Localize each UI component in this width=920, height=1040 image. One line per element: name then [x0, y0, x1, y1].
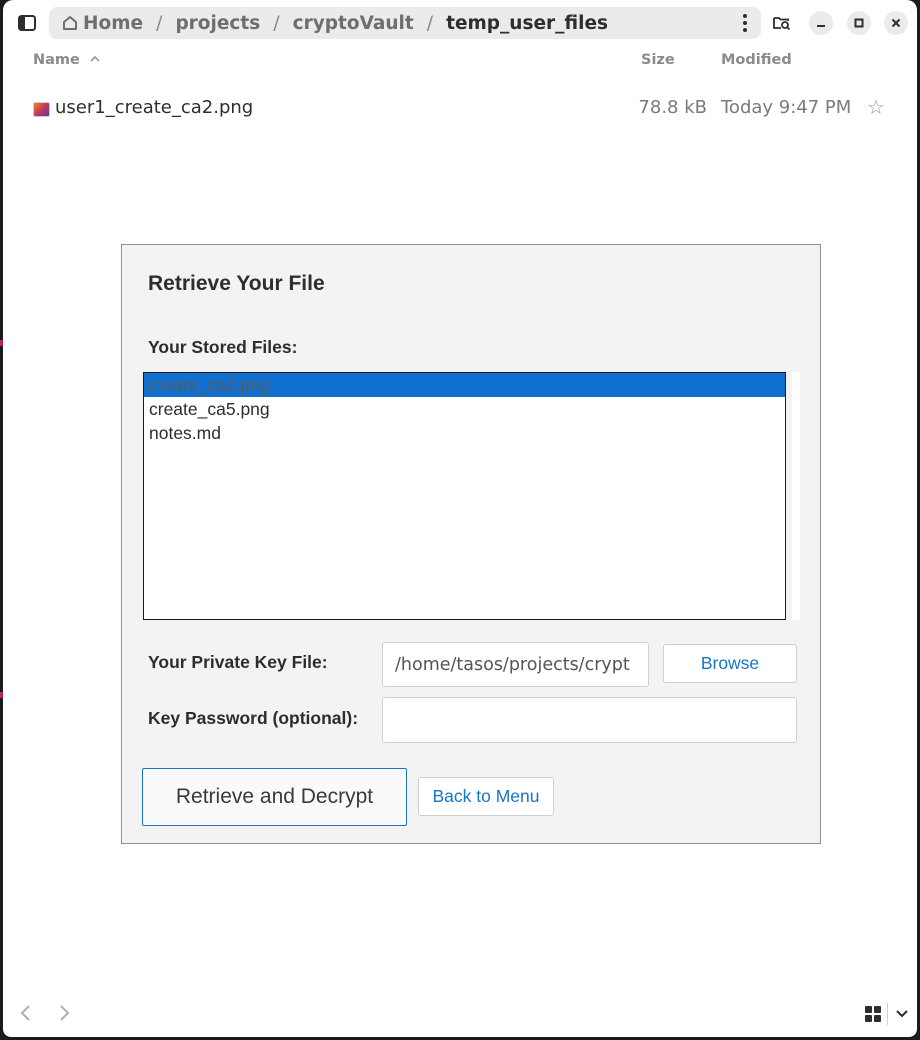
breadcrumb-projects-label: projects: [175, 12, 261, 34]
file-row[interactable]: user1_create_ca2.png 78.8 kB Today 9:47 …: [3, 94, 917, 124]
image-file-icon: [33, 102, 50, 117]
column-header-name[interactable]: Name: [33, 52, 101, 68]
sidebar-toggle-button[interactable]: [15, 11, 39, 35]
breadcrumb-separator: /: [426, 12, 434, 34]
file-manager-window: Home / projects / cryptoVault / temp_use…: [3, 0, 917, 1037]
column-header-size[interactable]: Size: [641, 52, 675, 68]
sort-ascending-icon: [90, 55, 100, 62]
view-toggle-divider: [887, 1003, 888, 1025]
list-item[interactable]: create_ca5.png: [144, 397, 785, 421]
back-to-menu-button[interactable]: Back to Menu: [418, 777, 554, 816]
retrieve-file-dialog: Retrieve Your File Your Stored Files: cr…: [121, 244, 821, 844]
breadcrumb-cryptovault-label: cryptoVault: [292, 12, 414, 34]
file-name: user1_create_ca2.png: [55, 97, 254, 118]
view-options-button[interactable]: [893, 1004, 911, 1022]
breadcrumb-projects[interactable]: projects: [169, 13, 266, 34]
file-size: 78.8 kB: [638, 97, 707, 118]
chevron-down-icon: [896, 1010, 908, 1018]
column-header-modified-label: Modified: [721, 52, 792, 68]
back-arrow-icon: [20, 1005, 30, 1021]
retrieve-decrypt-button[interactable]: Retrieve and Decrypt: [142, 768, 407, 826]
private-key-label: Your Private Key File:: [148, 652, 328, 672]
stored-files-list[interactable]: create_ca2.png create_ca5.png notes.md: [143, 372, 786, 620]
dialog-title: Retrieve Your File: [148, 272, 325, 295]
breadcrumb-separator: /: [273, 12, 280, 34]
browse-button[interactable]: Browse: [663, 644, 797, 683]
password-label: Key Password (optional):: [148, 708, 359, 728]
column-header-modified[interactable]: Modified: [721, 52, 792, 68]
breadcrumb-cryptovault[interactable]: cryptoVault: [287, 13, 420, 34]
file-modified: Today 9:47 PM: [721, 97, 852, 118]
breadcrumb-home[interactable]: Home: [49, 13, 149, 34]
star-icon[interactable]: ☆: [867, 95, 885, 119]
breadcrumb-current-folder[interactable]: temp_user_files: [440, 13, 614, 34]
close-button[interactable]: [884, 11, 908, 35]
grid-view-icon[interactable]: [865, 1006, 881, 1022]
list-item[interactable]: notes.md: [144, 421, 785, 445]
search-folder-button[interactable]: [770, 11, 794, 35]
forward-button[interactable]: [57, 1003, 71, 1028]
maximize-icon: [854, 18, 864, 28]
list-item[interactable]: create_ca2.png: [144, 373, 785, 397]
private-key-path-field[interactable]: /home/tasos/projects/crypt: [382, 642, 649, 687]
search-folder-icon: [773, 17, 791, 31]
minimize-button[interactable]: [809, 11, 833, 35]
stored-files-label: Your Stored Files:: [148, 337, 298, 357]
list-scrollbar[interactable]: [792, 372, 800, 620]
minimize-icon: [817, 25, 825, 27]
back-button[interactable]: [19, 1003, 33, 1028]
breadcrumb-separator: /: [156, 12, 163, 34]
column-header-name-label: Name: [33, 52, 80, 68]
close-icon: [891, 18, 901, 28]
forward-arrow-icon: [60, 1005, 70, 1021]
home-icon: [61, 14, 79, 32]
breadcrumb-current-label: temp_user_files: [446, 12, 609, 34]
more-options-icon[interactable]: [739, 14, 751, 32]
column-header-size-label: Size: [641, 52, 675, 68]
breadcrumb: Home / projects / cryptoVault / temp_use…: [49, 7, 761, 39]
sidebar-toggle-icon: [18, 15, 36, 31]
breadcrumb-home-label: Home: [83, 12, 144, 34]
key-password-field[interactable]: [382, 697, 797, 743]
maximize-button[interactable]: [847, 11, 871, 35]
